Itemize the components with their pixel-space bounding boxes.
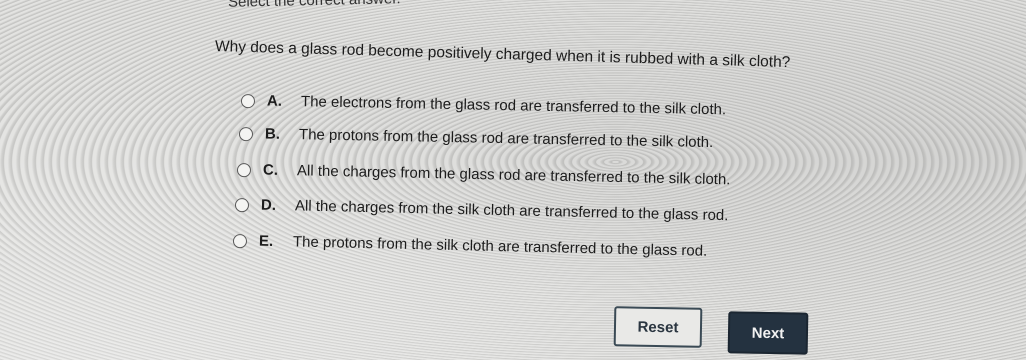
question-text: Why does a glass rod become positively c… (214, 38, 791, 72)
radio-button-c[interactable] (236, 162, 252, 177)
radio-button-d[interactable] (234, 197, 250, 212)
option-c[interactable]: C. All the charges from the glass rod ar… (236, 161, 731, 189)
radio-button-a[interactable] (240, 93, 256, 108)
option-c-label: All the charges from the glass rod are t… (296, 162, 731, 189)
option-b[interactable]: B. The protons from the glass rod are tr… (238, 125, 714, 152)
option-e[interactable]: E. The protons from the silk cloth are t… (232, 232, 708, 260)
radio-button-e[interactable] (232, 233, 248, 248)
option-e-letter: E. (258, 232, 274, 250)
option-a-label: The electrons from the glass rod are tra… (300, 93, 727, 119)
option-e-label: The protons from the silk cloth are tran… (292, 233, 708, 260)
instruction-text: Select the correct answer. (227, 0, 401, 11)
option-c-letter: C. (262, 161, 279, 179)
option-b-letter: B. (264, 125, 281, 143)
option-a-letter: A. (266, 92, 283, 110)
option-a[interactable]: A. The electrons from the glass rod are … (240, 92, 727, 119)
option-d[interactable]: D. All the charges from the silk cloth a… (234, 196, 729, 225)
option-d-letter: D. (260, 196, 277, 214)
option-d-label: All the charges from the silk cloth are … (294, 197, 729, 225)
next-button[interactable]: Next (727, 311, 809, 355)
option-b-label: The protons from the glass rod are trans… (298, 126, 714, 152)
reset-button[interactable]: Reset (613, 306, 703, 348)
radio-button-b[interactable] (238, 126, 254, 141)
